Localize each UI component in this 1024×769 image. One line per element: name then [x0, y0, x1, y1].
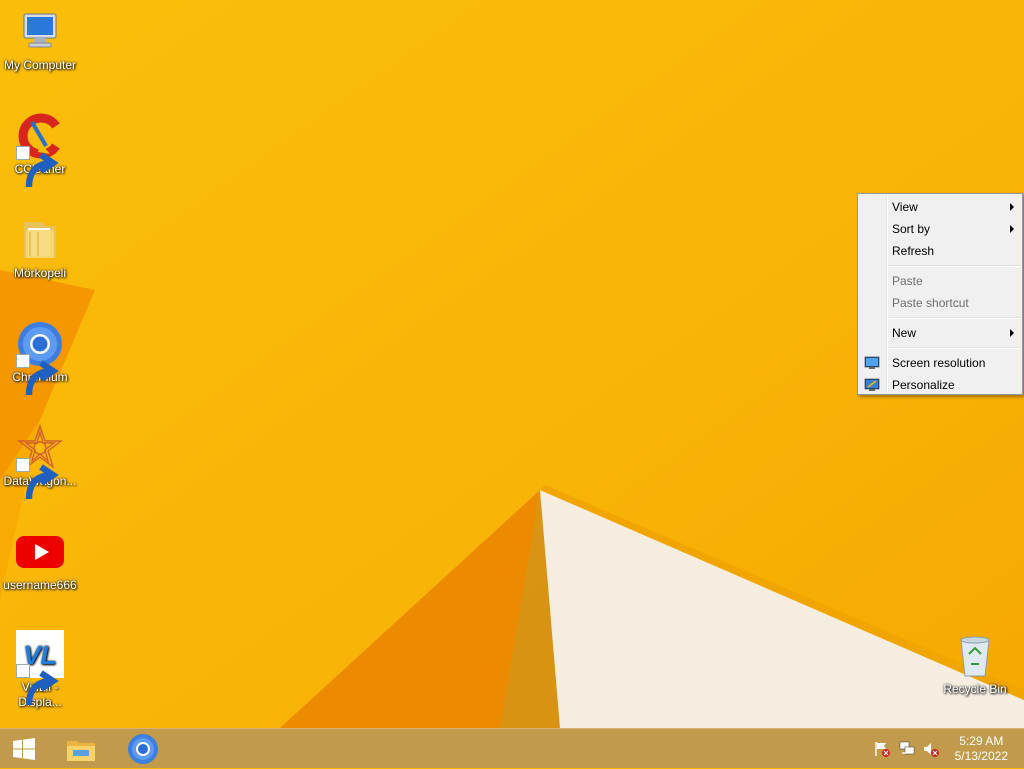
taskbar-file-explorer[interactable]	[54, 729, 108, 769]
menu-item-label: View	[892, 200, 918, 214]
menu-item-new[interactable]: New	[858, 322, 1022, 344]
action-center-flag-icon[interactable]	[873, 741, 891, 757]
menu-item-label: Sort by	[892, 222, 931, 236]
desktop-icon-ccleaner[interactable]: CCleaner	[0, 112, 80, 188]
shortcut-arrow-icon	[16, 458, 59, 500]
shortcut-arrow-icon	[16, 146, 59, 188]
personalize-icon	[864, 378, 880, 391]
menu-item-paste-shortcut[interactable]: Paste shortcut	[858, 292, 1022, 314]
menu-item-sort-by[interactable]: Sort by	[858, 218, 1022, 240]
menu-item-view[interactable]: View	[858, 196, 1022, 218]
shortcut-arrow-icon	[16, 664, 59, 706]
chromium-icon	[16, 320, 64, 396]
menu-item-label: Refresh	[892, 244, 935, 258]
desktop-icon-morkopeli[interactable]: Mörkopeli	[0, 216, 80, 281]
volume-muted-icon[interactable]	[922, 741, 940, 757]
folder-icon	[16, 216, 64, 264]
desktop-icon-recycle-bin[interactable]: Recycle Bin	[935, 632, 1015, 697]
menu-separator	[889, 317, 1020, 319]
menu-separator	[889, 265, 1020, 267]
menu-item-label: Personalize	[892, 378, 955, 392]
ccleaner-icon	[16, 112, 64, 188]
desktop-icon-label: username666	[3, 578, 77, 592]
submenu-arrow-icon	[1010, 225, 1014, 233]
shortcut-arrow-icon	[16, 354, 59, 396]
menu-item-personalize[interactable]: Personalize	[858, 374, 1022, 396]
desktop-icon-vidlii[interactable]: VL VidLii - Displa...	[0, 630, 80, 710]
desktop-icon-chromium[interactable]: Chromium	[0, 320, 80, 396]
recycle-bin-icon	[951, 632, 999, 680]
menu-item-paste[interactable]: Paste	[858, 270, 1022, 292]
vidlii-icon: VL	[16, 630, 64, 706]
menu-item-label: New	[892, 326, 917, 340]
desktop-icon-label: Mörkopeli	[13, 266, 67, 280]
youtube-icon	[16, 528, 64, 576]
desktop-icon-label: My Computer	[3, 58, 77, 72]
menu-item-screen-resolution[interactable]: Screen resolution	[858, 352, 1022, 374]
desktop-icon-datawagon[interactable]: DataWagon...	[0, 423, 80, 500]
computer-icon	[16, 8, 64, 56]
menu-item-refresh[interactable]: Refresh	[858, 240, 1022, 262]
menu-item-label: Paste	[892, 274, 923, 288]
desktop-icon-my-computer[interactable]: My Computer	[0, 8, 80, 73]
taskbar: 5:29 AM 5/13/2022	[0, 728, 1024, 768]
taskbar-chromium[interactable]	[116, 729, 170, 769]
submenu-arrow-icon	[1010, 203, 1014, 211]
display-settings-icon	[864, 356, 880, 369]
clock-time: 5:29 AM	[959, 734, 1004, 748]
submenu-arrow-icon	[1010, 329, 1014, 337]
menu-item-label: Screen resolution	[892, 356, 986, 370]
menu-item-label: Paste shortcut	[892, 296, 969, 310]
clock-date: 5/13/2022	[954, 749, 1008, 763]
network-icon[interactable]	[898, 741, 916, 757]
chromium-icon	[128, 734, 158, 764]
menu-separator	[889, 347, 1020, 349]
desktop-context-menu: View Sort by Refresh Paste Paste shortcu…	[857, 193, 1023, 395]
file-explorer-icon	[67, 741, 95, 761]
datawagon-icon	[16, 423, 64, 500]
start-icon	[13, 738, 35, 760]
desktop-icon-username666[interactable]: username666	[0, 528, 80, 593]
taskbar-clock[interactable]: 5:29 AM 5/13/2022	[955, 734, 1008, 764]
desktop-icon-label: Recycle Bin	[943, 682, 1007, 696]
start-button[interactable]	[0, 729, 48, 769]
